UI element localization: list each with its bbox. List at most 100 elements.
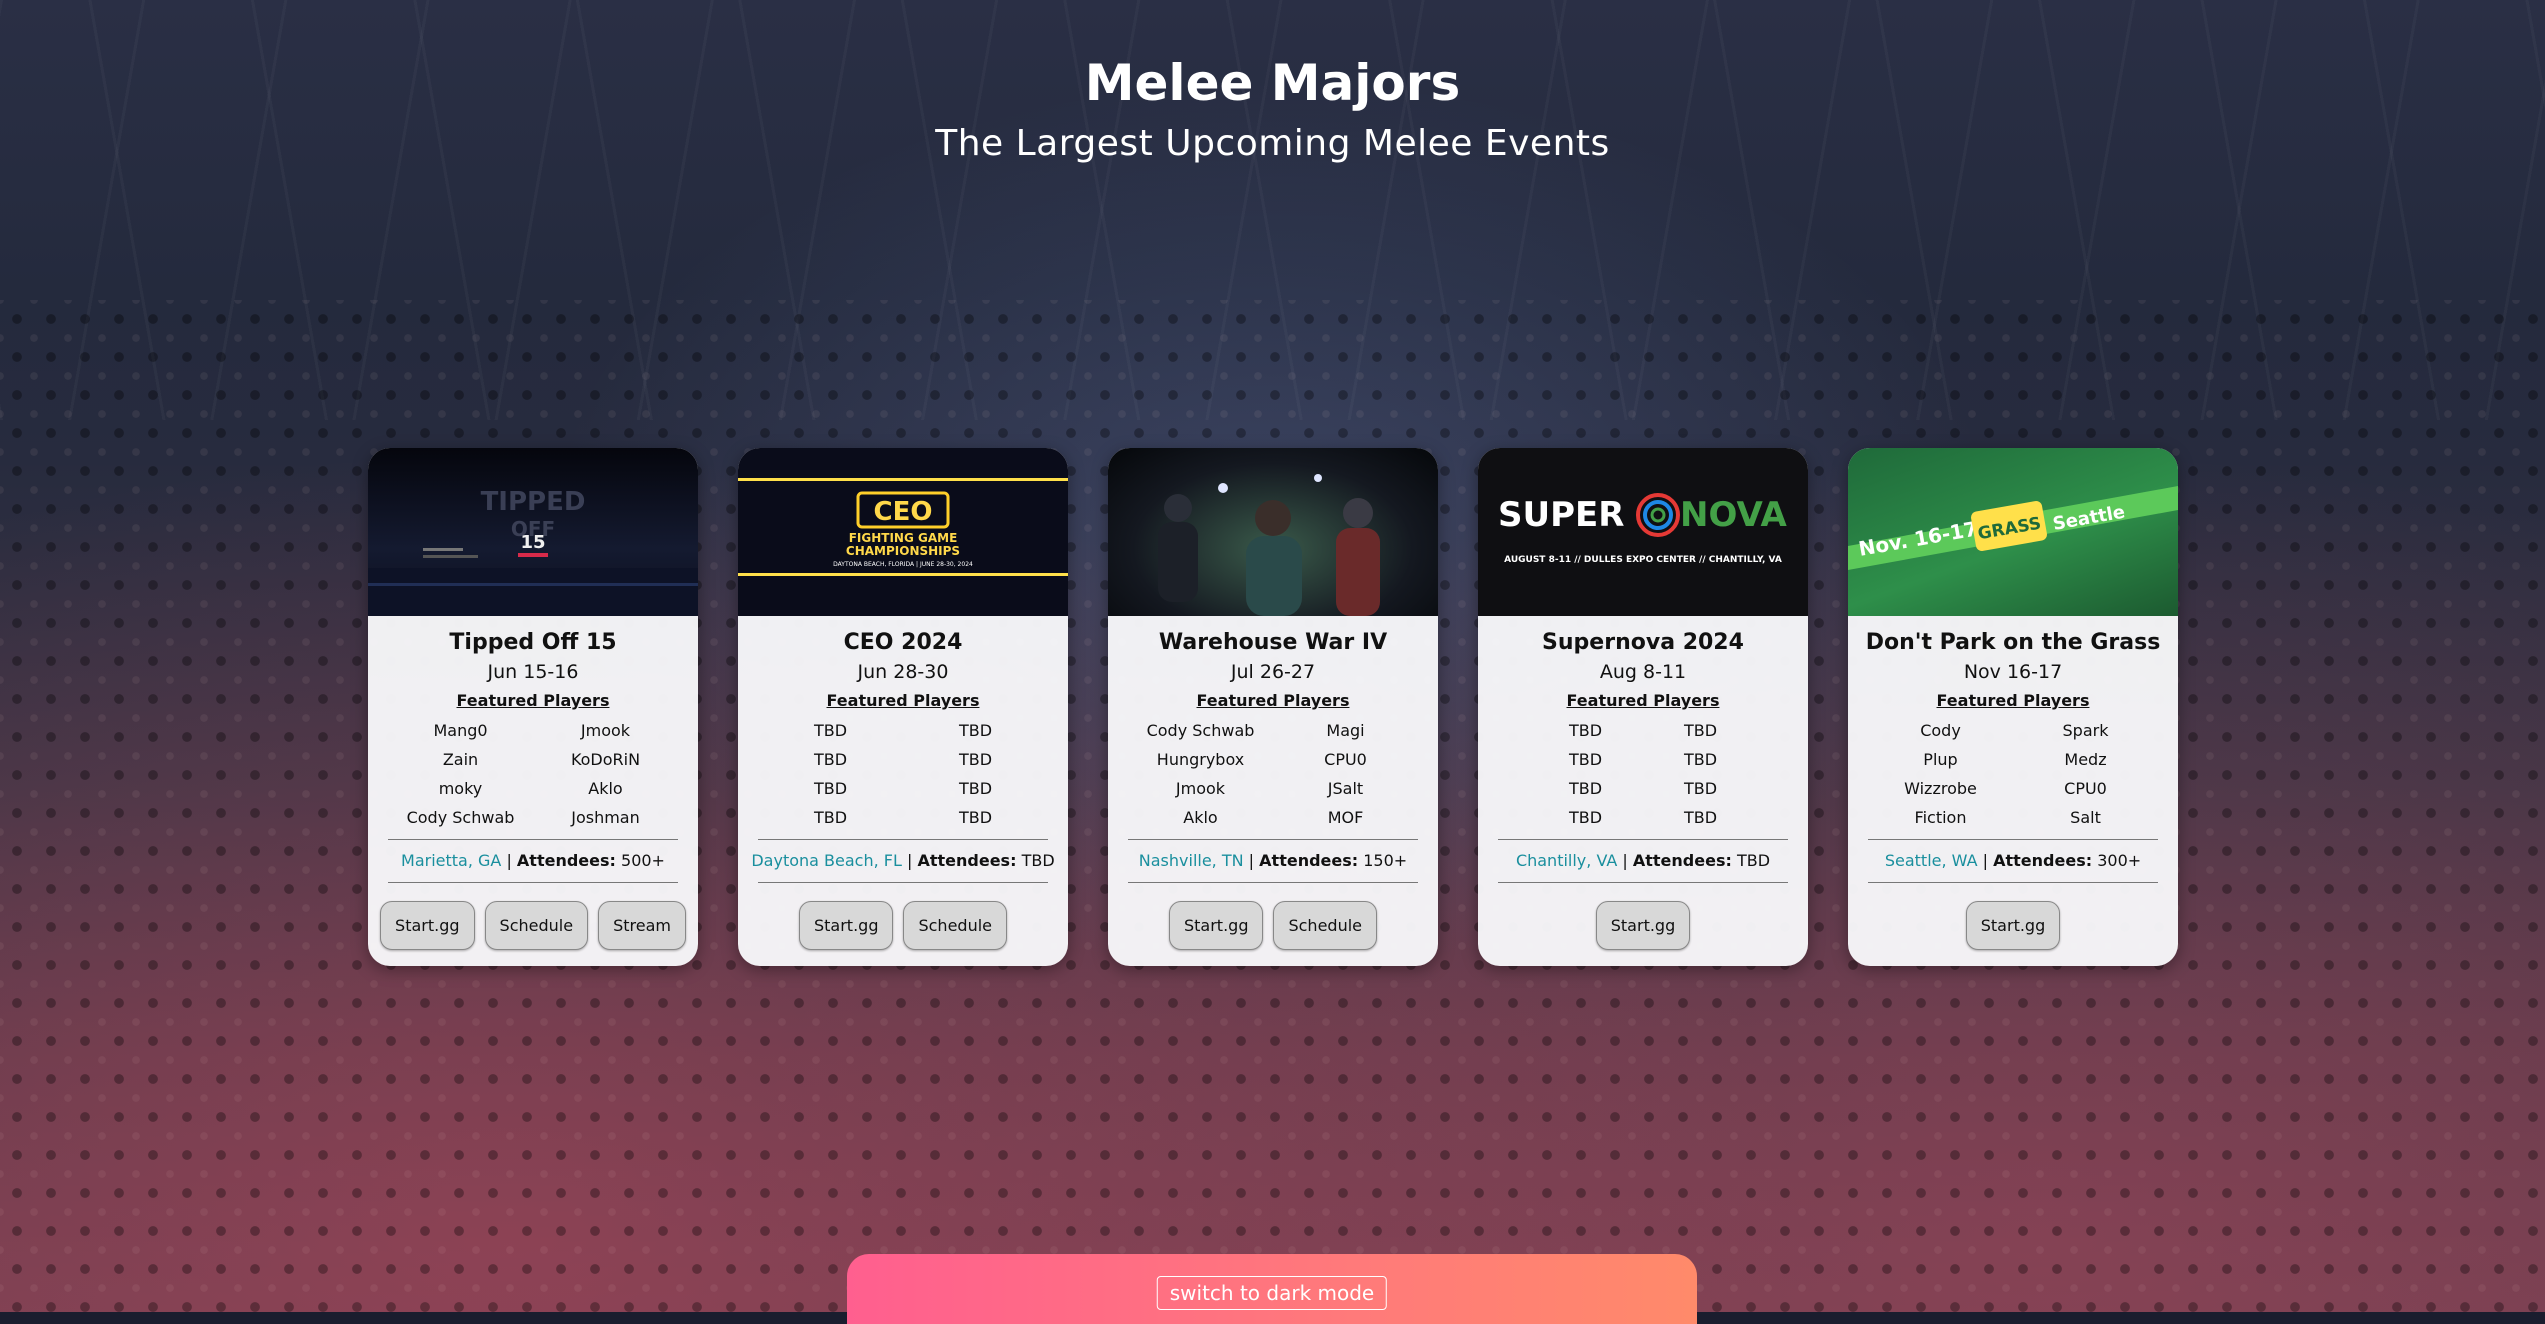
event-date: Jul 26-27 — [1230, 661, 1316, 683]
crowd-photo-icon — [1158, 474, 1380, 616]
event-meta: Chantilly, VA | Attendees: TBD — [1515, 851, 1771, 870]
event-date: Aug 8-11 — [1599, 661, 1687, 683]
attendees-count: 500+ — [621, 851, 665, 870]
event-buttons: Start.gg Schedule Stream — [368, 883, 698, 966]
banner-line-2: CHAMPIONSHIPS — [846, 544, 960, 558]
player-name: JSalt — [1327, 779, 1364, 798]
banner-line-3: DAYTONA BEACH, FLORIDA | JUNE 28-30, 202… — [833, 561, 973, 568]
player-name: Wizzrobe — [1904, 779, 1977, 798]
player-name: TBD — [1568, 721, 1603, 740]
page-title: Melee Majors — [1084, 54, 1461, 112]
svg-text:15: 15 — [520, 532, 545, 553]
player-name: Jmook — [1175, 779, 1226, 798]
attendees-count: 150+ — [1363, 851, 1408, 870]
player-name: Joshman — [571, 808, 640, 827]
divider — [1498, 839, 1788, 840]
player-name: MOF — [1327, 808, 1364, 827]
attendees-label: Attendees: — [1993, 851, 2093, 870]
event-banner-image: CEO FIGHTING GAME CHAMPIONSHIPS DAYTONA … — [738, 448, 1068, 616]
player-name: TBD — [958, 721, 993, 740]
tipped-off-logo-icon: TIPPED OFF 15 — [368, 487, 698, 616]
featured-players-list: Mang0 Jmook Zain KoDoRiN moky Aklo Cody … — [368, 720, 698, 829]
player-name: CPU0 — [2064, 779, 2107, 798]
event-banner-image: SUPER NOVA AUGUST 8-11 // DULLES EXPO CE… — [1478, 448, 1808, 616]
attendees-label: Attendees: — [516, 851, 616, 870]
event-card-dont-park-on-the-grass: Nov. 16-17 GRASS Seattle Don't Park on t… — [1848, 448, 2178, 966]
banner-logo-text: CEO — [874, 497, 933, 527]
event-banner-image — [1108, 448, 1438, 616]
event-location: Nashville, TN — [1138, 851, 1244, 870]
event-card-tipped-off: TIPPED OFF 15 Tipped Off 15 Jun 15-16 Fe… — [368, 448, 698, 966]
divider — [758, 839, 1048, 840]
event-title: Don't Park on the Grass — [1865, 630, 2161, 655]
startgg-button[interactable]: Start.gg — [380, 901, 475, 950]
event-title: CEO 2024 — [843, 630, 963, 655]
event-card-supernova: SUPER NOVA AUGUST 8-11 // DULLES EXPO CE… — [1478, 448, 1808, 966]
player-name: Fiction — [1914, 808, 1967, 827]
player-name: Zain — [442, 750, 479, 769]
event-location: Marietta, GA — [401, 851, 502, 870]
featured-players-heading: Featured Players — [826, 691, 980, 710]
divider — [1128, 839, 1418, 840]
player-name: Cody Schwab — [1146, 721, 1255, 740]
attendees-label: Attendees: — [917, 851, 1017, 870]
dark-mode-toggle-button[interactable]: switch to dark mode — [1156, 1276, 1388, 1310]
schedule-button[interactable]: Schedule — [484, 901, 589, 950]
player-name: KoDoRiN — [570, 750, 641, 769]
event-banner-image: TIPPED OFF 15 — [368, 448, 698, 616]
startgg-button[interactable]: Start.gg — [1965, 901, 2061, 950]
event-buttons: Start.gg — [1848, 883, 2178, 966]
player-name: TBD — [813, 721, 848, 740]
divider — [388, 839, 678, 840]
event-card-warehouse-war: Warehouse War IV Jul 26-27 Featured Play… — [1108, 448, 1438, 966]
event-title: Supernova 2024 — [1542, 630, 1744, 655]
event-date: Jun 15-16 — [487, 661, 579, 683]
event-buttons: Start.gg Schedule — [738, 883, 1068, 966]
startgg-button[interactable]: Start.gg — [798, 901, 894, 950]
banner-logo-right: NOVA — [1680, 495, 1787, 535]
page-header: Melee Majors The Largest Upcoming Melee … — [0, 50, 2545, 168]
event-date: Jun 28-30 — [857, 661, 949, 683]
player-name: Mang0 — [433, 721, 488, 740]
event-meta: Nashville, TN | Attendees: 150+ — [1138, 851, 1408, 870]
player-name: Salt — [2070, 808, 2101, 827]
event-location: Daytona Beach, FL — [751, 851, 902, 870]
event-banner-image: Nov. 16-17 GRASS Seattle — [1848, 448, 2178, 616]
player-name: Hungrybox — [1156, 750, 1245, 769]
startgg-button[interactable]: Start.gg — [1168, 901, 1264, 950]
player-name: TBD — [958, 779, 993, 798]
player-name: TBD — [958, 750, 993, 769]
player-name: Jmook — [580, 721, 631, 740]
featured-players-list: TBD TBD TBD TBD TBD TBD TBD TBD — [1478, 720, 1808, 829]
banner-line-1: AUGUST 8-11 // DULLES EXPO CENTER // CHA… — [1504, 555, 1782, 565]
event-title: Tipped Off 15 — [449, 630, 617, 655]
schedule-button[interactable]: Schedule — [903, 901, 1007, 950]
player-name: TBD — [813, 779, 848, 798]
player-name: TBD — [1568, 808, 1603, 827]
banner-logo-left: SUPER — [1498, 495, 1624, 535]
event-location: Chantilly, VA — [1515, 851, 1618, 870]
startgg-button[interactable]: Start.gg — [1595, 901, 1691, 950]
schedule-button[interactable]: Schedule — [1273, 901, 1377, 950]
event-title: Warehouse War IV — [1158, 630, 1388, 655]
attendees-count: TBD — [1021, 851, 1055, 870]
featured-players-list: Cody Spark Plup Medz Wizzrobe CPU0 Ficti… — [1848, 720, 2178, 829]
player-name: TBD — [1683, 750, 1718, 769]
player-name: Plup — [1923, 750, 1958, 769]
player-name: TBD — [1683, 808, 1718, 827]
featured-players-heading: Featured Players — [456, 691, 610, 710]
grass-logo-icon: Nov. 16-17 GRASS Seattle — [1848, 486, 2178, 570]
player-name: TBD — [1568, 779, 1603, 798]
banner-line-1: FIGHTING GAME — [849, 531, 958, 545]
stream-button[interactable]: Stream — [598, 901, 686, 950]
page-subtitle: The Largest Upcoming Melee Events — [935, 123, 1610, 164]
svg-text:TIPPED: TIPPED — [481, 487, 586, 517]
featured-players-heading: Featured Players — [1196, 691, 1350, 710]
player-name: TBD — [1683, 721, 1718, 740]
player-name: Magi — [1326, 721, 1365, 740]
event-buttons: Start.gg — [1478, 883, 1808, 966]
player-name: TBD — [813, 808, 848, 827]
attendees-count: TBD — [1736, 851, 1771, 870]
attendees-label: Attendees: — [1632, 851, 1732, 870]
player-name: TBD — [813, 750, 848, 769]
